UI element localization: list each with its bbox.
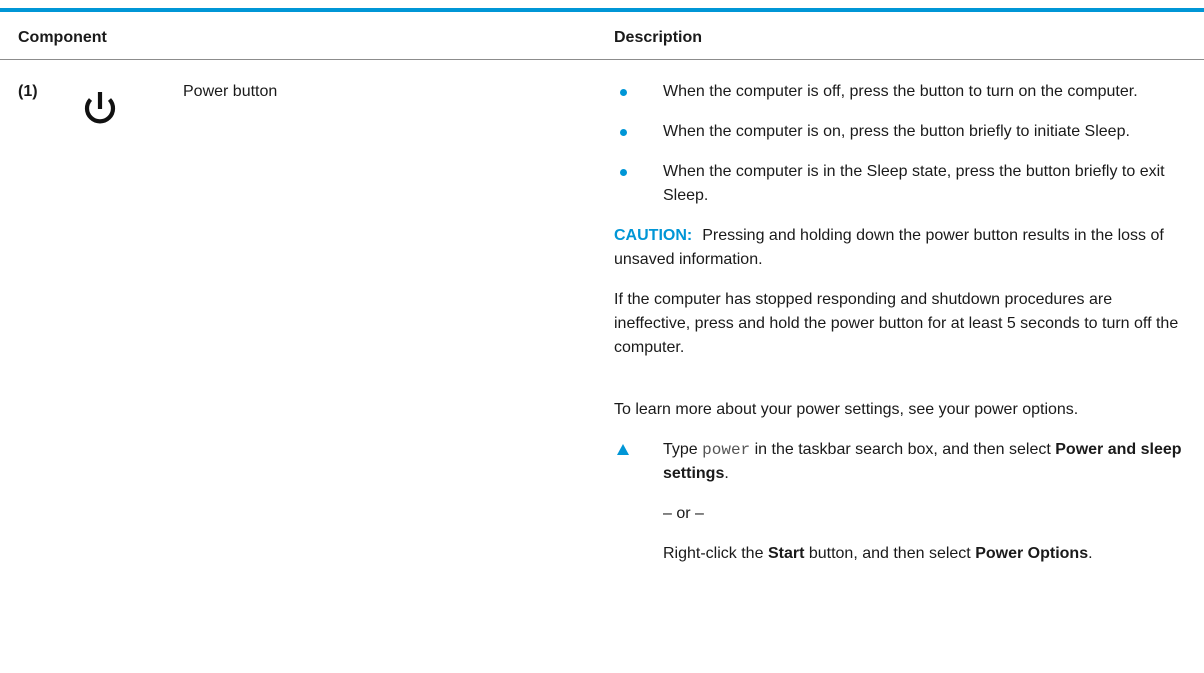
component-table: Component Description (1) Power button W… [0,0,1204,673]
bullet-icon [620,129,627,136]
list-item: When the computer is off, press the butt… [614,80,1189,104]
caution-label: CAUTION: [614,227,693,244]
list-item: When the computer is in the Sleep state,… [614,160,1189,208]
step-suffix: . [724,465,729,482]
bullet-text: When the computer is in the Sleep state,… [663,163,1165,204]
list-item: When the computer is on, press the butto… [614,120,1189,144]
alt-suffix: . [1088,545,1093,562]
description-cell: When the computer is off, press the butt… [614,80,1189,582]
or-separator: – or – [663,505,704,522]
bullet-text: When the computer is off, press the butt… [663,83,1138,100]
step-item: Type power in the taskbar search box, an… [614,438,1189,486]
callout-number: (1) [18,83,38,100]
bullet-icon [620,89,627,96]
bullet-icon [620,169,627,176]
shutdown-paragraph: If the computer has stopped responding a… [614,291,1179,356]
step-triangle-icon [617,444,629,455]
header-divider [0,59,1204,60]
column-header-component: Component [18,29,107,46]
alternative-step: Right-click the Start button, and then s… [614,542,1189,566]
power-icon [84,92,116,124]
alt-middle: button, and then select [808,545,971,562]
caution-text: Pressing and holding down the power butt… [614,227,1164,268]
bullet-text: When the computer is on, press the butto… [663,123,1130,140]
caution-note: CAUTION: Pressing and holding down the po… [614,224,1189,272]
alt-prefix: Right-click the [663,545,764,562]
start-button-name: Start [767,545,805,562]
learn-more-paragraph: To learn more about your power settings,… [614,401,1079,418]
component-name: Power button [183,83,278,100]
table-header-row: Component Description [0,12,1204,60]
column-header-description: Description [614,29,703,46]
step-middle: in the taskbar search box, and then sele… [754,441,1051,458]
step-prefix: Type [663,441,698,458]
power-options-name: Power Options [975,545,1089,562]
command-text: power [702,441,751,459]
